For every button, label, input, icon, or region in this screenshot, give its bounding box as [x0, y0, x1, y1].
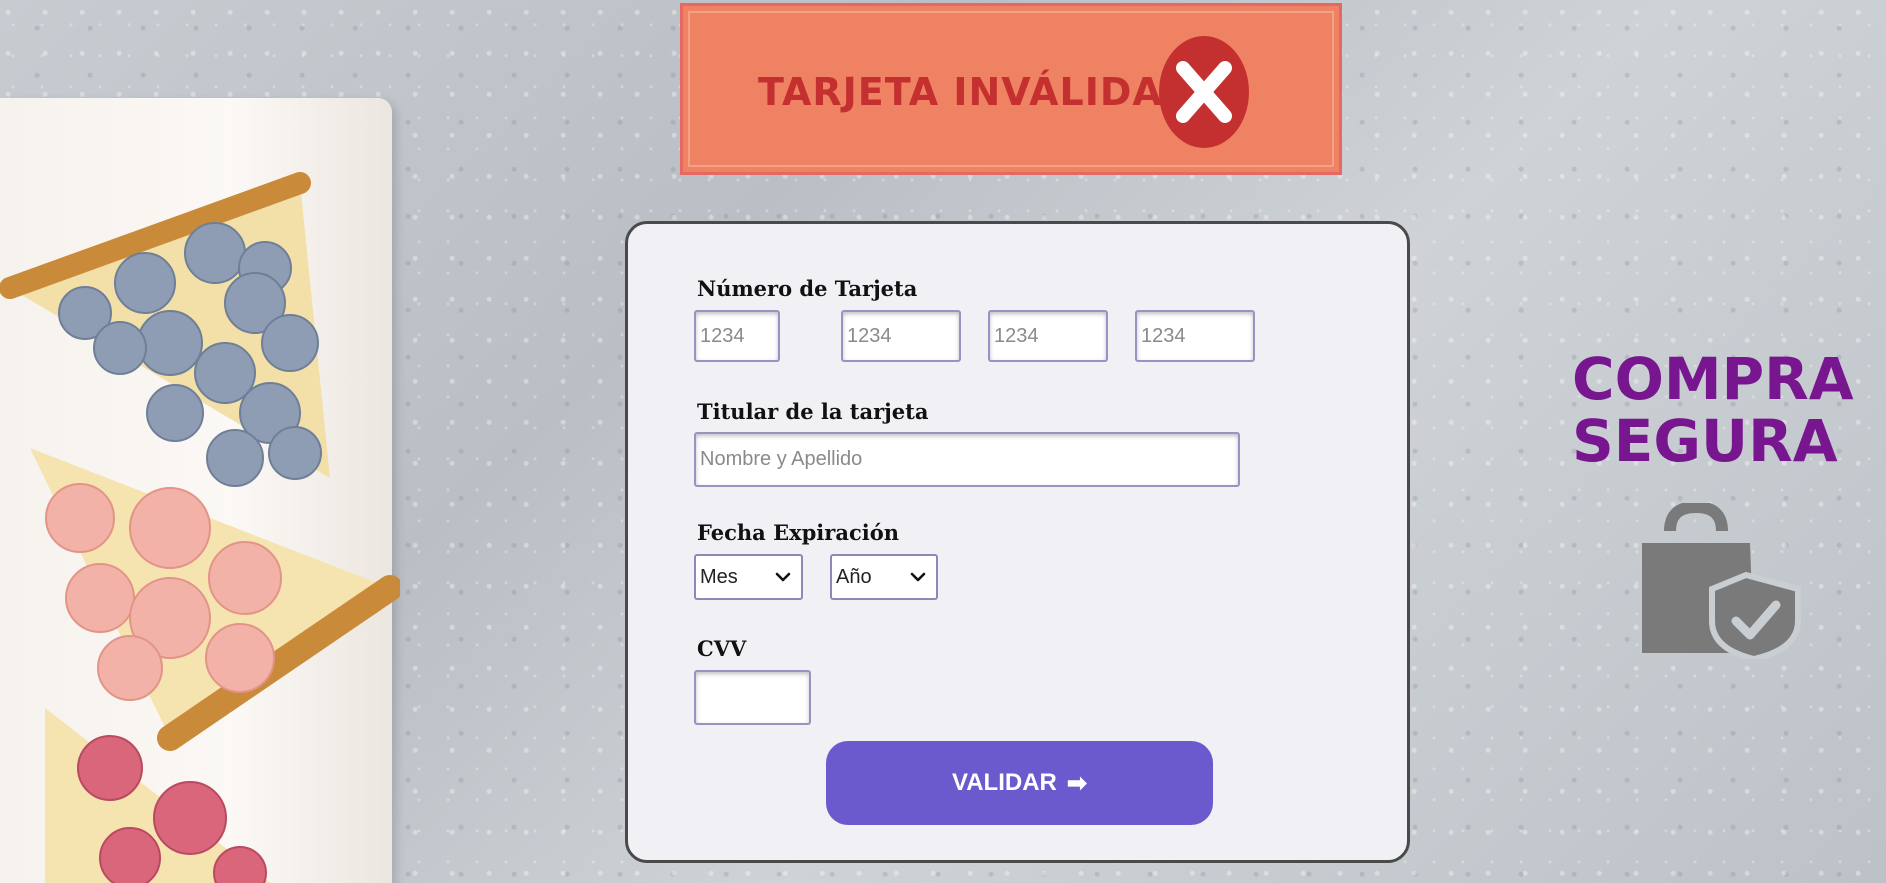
arrow-right-icon: ➡: [1066, 769, 1087, 797]
chevron-down-icon: [910, 572, 926, 582]
expiry-year-select[interactable]: Año: [830, 554, 938, 600]
expiry-year-value: Año: [836, 565, 872, 588]
payment-form: Número de Tarjeta Titular de la tarjeta …: [625, 221, 1410, 863]
secure-title-line-1: COMPRA: [1572, 345, 1854, 413]
invalid-card-message: TARJETA INVÁLIDA: [758, 70, 1163, 114]
card-number-input-1[interactable]: [694, 310, 780, 362]
chevron-down-icon: [775, 572, 791, 582]
secure-title-line-2: SEGURA: [1572, 407, 1838, 475]
invalid-card-banner: TARJETA INVÁLIDA: [680, 3, 1342, 175]
cvv-input[interactable]: [694, 670, 811, 725]
expiry-date-label: Fecha Expiración: [697, 520, 899, 545]
shopping-bag-shield-icon: [1642, 503, 1801, 659]
cvv-label: CVV: [697, 636, 747, 661]
card-number-input-3[interactable]: [988, 310, 1108, 362]
card-number-input-2[interactable]: [841, 310, 961, 362]
card-holder-label: Titular de la tarjeta: [697, 399, 929, 424]
x-circle-icon: [1159, 36, 1249, 148]
validate-button[interactable]: VALIDAR ➡: [826, 741, 1213, 825]
berry-pie-slice: [40, 698, 300, 883]
secure-purchase-title: COMPRA SEGURA: [1572, 348, 1854, 472]
dessert-plate-image: [0, 98, 400, 883]
validate-button-label: VALIDAR: [952, 769, 1057, 796]
card-number-input-4[interactable]: [1135, 310, 1255, 362]
card-number-label: Número de Tarjeta: [697, 276, 918, 301]
expiry-month-value: Mes: [700, 565, 738, 588]
expiry-month-select[interactable]: Mes: [694, 554, 803, 600]
card-holder-input[interactable]: [694, 432, 1240, 487]
blueberry-pie-slice: [0, 138, 360, 488]
